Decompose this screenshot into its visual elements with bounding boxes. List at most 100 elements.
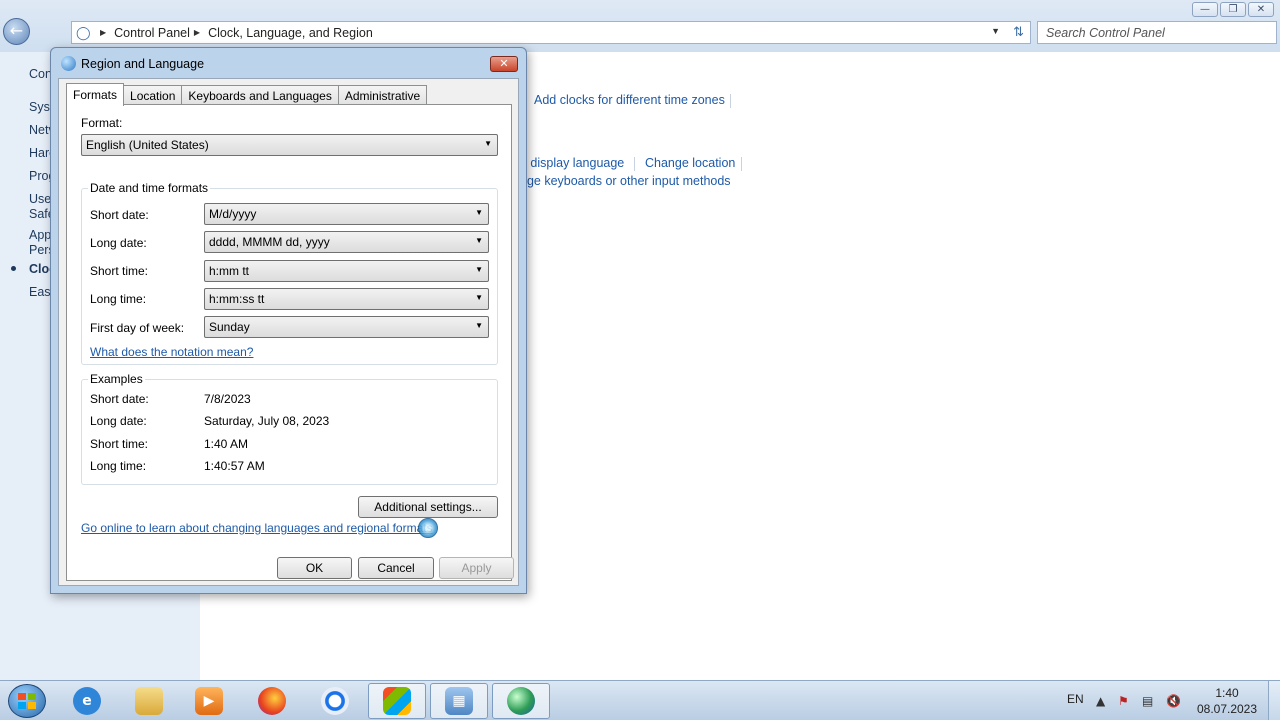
breadcrumb-separator-icon: ▶ <box>193 28 201 37</box>
example-short-time-value: 1:40 AM <box>204 437 249 451</box>
minimize-button[interactable]: — <box>1192 2 1218 17</box>
busy-cursor-icon <box>418 518 438 538</box>
chrome-icon <box>321 687 349 715</box>
format-label: Format: <box>81 116 123 130</box>
long-date-label: Long date: <box>90 236 147 250</box>
taskbar-region-language[interactable] <box>492 683 550 719</box>
windows-flag-icon <box>383 687 411 715</box>
link-divider <box>741 157 742 171</box>
cancel-button[interactable]: Cancel <box>358 557 434 579</box>
taskbar-chrome[interactable] <box>306 683 364 719</box>
dialog-title: Region and Language <box>81 56 205 71</box>
long-time-value: h:mm:ss tt <box>209 292 265 306</box>
taskbar: e ▶ ▦ EN ▲ ⚑ ▤ 🔇 1:40 08.07.2023 <box>0 680 1280 720</box>
short-time-select[interactable]: h:mm tt ▼ <box>204 260 489 282</box>
taskbar-internet-explorer[interactable]: e <box>58 683 116 719</box>
back-arrow-icon: ← <box>9 21 24 40</box>
example-long-date-value: Saturday, July 08, 2023 <box>204 414 330 428</box>
left-pane-item[interactable]: Con <box>29 67 52 81</box>
long-date-select[interactable]: dddd, MMMM dd, yyyy ▼ <box>204 231 489 253</box>
short-date-value: M/d/yyyy <box>209 207 257 221</box>
examples-title: Examples <box>88 372 145 386</box>
search-input[interactable]: Search Control Panel <box>1037 21 1277 44</box>
taskbar-windows-app[interactable] <box>368 683 426 719</box>
refresh-icon[interactable]: ⇅ <box>1013 24 1024 40</box>
back-button[interactable]: ← <box>3 18 30 45</box>
control-panel-icon: ◯ <box>76 24 91 40</box>
address-bar[interactable]: ◯ ▶ Control Panel ▶ Clock, Language, and… <box>71 21 1031 44</box>
close-window-button[interactable]: ✕ <box>1248 2 1274 17</box>
dialog-close-button[interactable]: ✕ <box>490 56 518 72</box>
taskbar-media-player[interactable]: ▶ <box>180 683 238 719</box>
dialog-body: Formats Location Keyboards and Languages… <box>58 78 519 586</box>
network-icon[interactable]: ▤ <box>1142 694 1153 708</box>
example-short-date-value: 7/8/2023 <box>204 392 251 406</box>
tab-administrative[interactable]: Administrative <box>337 85 428 105</box>
show-desktop-button[interactable] <box>1268 681 1280 720</box>
change-location-link[interactable]: Change location <box>645 156 735 170</box>
current-item-bullet-icon <box>11 266 16 271</box>
address-dropdown-icon[interactable]: ▼ <box>991 26 1000 36</box>
left-pane-item[interactable]: App <box>29 228 51 242</box>
tab-strip: Formats Location Keyboards and Languages… <box>66 83 428 106</box>
ok-button[interactable]: OK <box>277 557 352 579</box>
internet-explorer-icon: e <box>73 687 101 715</box>
maximize-button[interactable]: ❐ <box>1220 2 1246 17</box>
language-indicator[interactable]: EN <box>1067 692 1084 706</box>
breadcrumb-separator-icon: ▶ <box>100 28 107 37</box>
start-button[interactable] <box>8 684 46 718</box>
chevron-down-icon: ▼ <box>475 321 483 330</box>
tab-keyboards-languages[interactable]: Keyboards and Languages <box>181 85 339 105</box>
short-time-value: h:mm tt <box>209 264 250 278</box>
tab-formats[interactable]: Formats <box>66 83 125 106</box>
taskbar-file-explorer[interactable] <box>120 683 178 719</box>
link-divider <box>634 157 635 171</box>
globe-icon <box>61 56 76 71</box>
add-clocks-link[interactable]: Add clocks for different time zones <box>534 93 725 107</box>
firefox-icon <box>258 687 286 715</box>
formats-panel: Format: English (United States) ▼ Date a… <box>66 104 512 581</box>
globe-icon <box>507 687 535 715</box>
chevron-down-icon: ▼ <box>484 139 492 148</box>
date-time-formats-title: Date and time formats <box>88 181 211 195</box>
breadcrumb-control-panel[interactable]: Control Panel <box>114 26 190 40</box>
example-short-time-label: Short time: <box>90 437 149 451</box>
taskbar-control-panel[interactable]: ▦ <box>430 683 488 719</box>
tab-location[interactable]: Location <box>123 85 183 105</box>
control-panel-icon: ▦ <box>445 687 473 715</box>
first-day-of-week-label: First day of week: <box>90 321 185 335</box>
volume-muted-icon[interactable]: 🔇 <box>1166 694 1181 708</box>
taskbar-firefox[interactable] <box>243 683 301 719</box>
short-date-select[interactable]: M/d/yyyy ▼ <box>204 203 489 225</box>
clock-date: 08.07.2023 <box>1196 702 1258 716</box>
online-help-link[interactable]: Go online to learn about changing langua… <box>81 521 433 535</box>
show-hidden-icons-icon[interactable]: ▲ <box>1096 694 1105 708</box>
link-divider <box>730 94 731 108</box>
system-clock[interactable]: 1:40 08.07.2023 <box>1196 685 1258 717</box>
short-date-label: Short date: <box>90 208 149 222</box>
action-center-icon[interactable]: ⚑ <box>1118 694 1129 708</box>
long-time-select[interactable]: h:mm:ss tt ▼ <box>204 288 489 310</box>
display-language-link[interactable]: e display language <box>520 156 624 170</box>
dialog-title-bar: Region and Language <box>61 56 204 71</box>
additional-settings-button[interactable]: Additional settings... <box>358 496 498 518</box>
long-date-value: dddd, MMMM dd, yyyy <box>209 235 330 249</box>
example-long-time-label: Long time: <box>90 459 147 473</box>
chevron-down-icon: ▼ <box>475 236 483 245</box>
apply-button[interactable]: Apply <box>439 557 514 579</box>
clock-time: 1:40 <box>1215 686 1239 700</box>
change-keyboards-link[interactable]: nge keyboards or other input methods <box>520 174 731 188</box>
format-select[interactable]: English (United States) ▼ <box>81 134 498 156</box>
folder-icon <box>135 687 163 715</box>
first-day-of-week-value: Sunday <box>209 320 250 334</box>
breadcrumb-clock-language-region[interactable]: Clock, Language, and Region <box>208 26 373 40</box>
example-short-date-label: Short date: <box>90 392 149 406</box>
long-time-label: Long time: <box>90 292 147 306</box>
example-long-date-label: Long date: <box>90 414 147 428</box>
notation-help-link[interactable]: What does the notation mean? <box>90 345 253 359</box>
short-time-label: Short time: <box>90 264 149 278</box>
chevron-down-icon: ▼ <box>475 208 483 217</box>
format-select-value: English (United States) <box>86 138 209 152</box>
first-day-of-week-select[interactable]: Sunday ▼ <box>204 316 489 338</box>
windows-logo-icon <box>18 693 36 709</box>
